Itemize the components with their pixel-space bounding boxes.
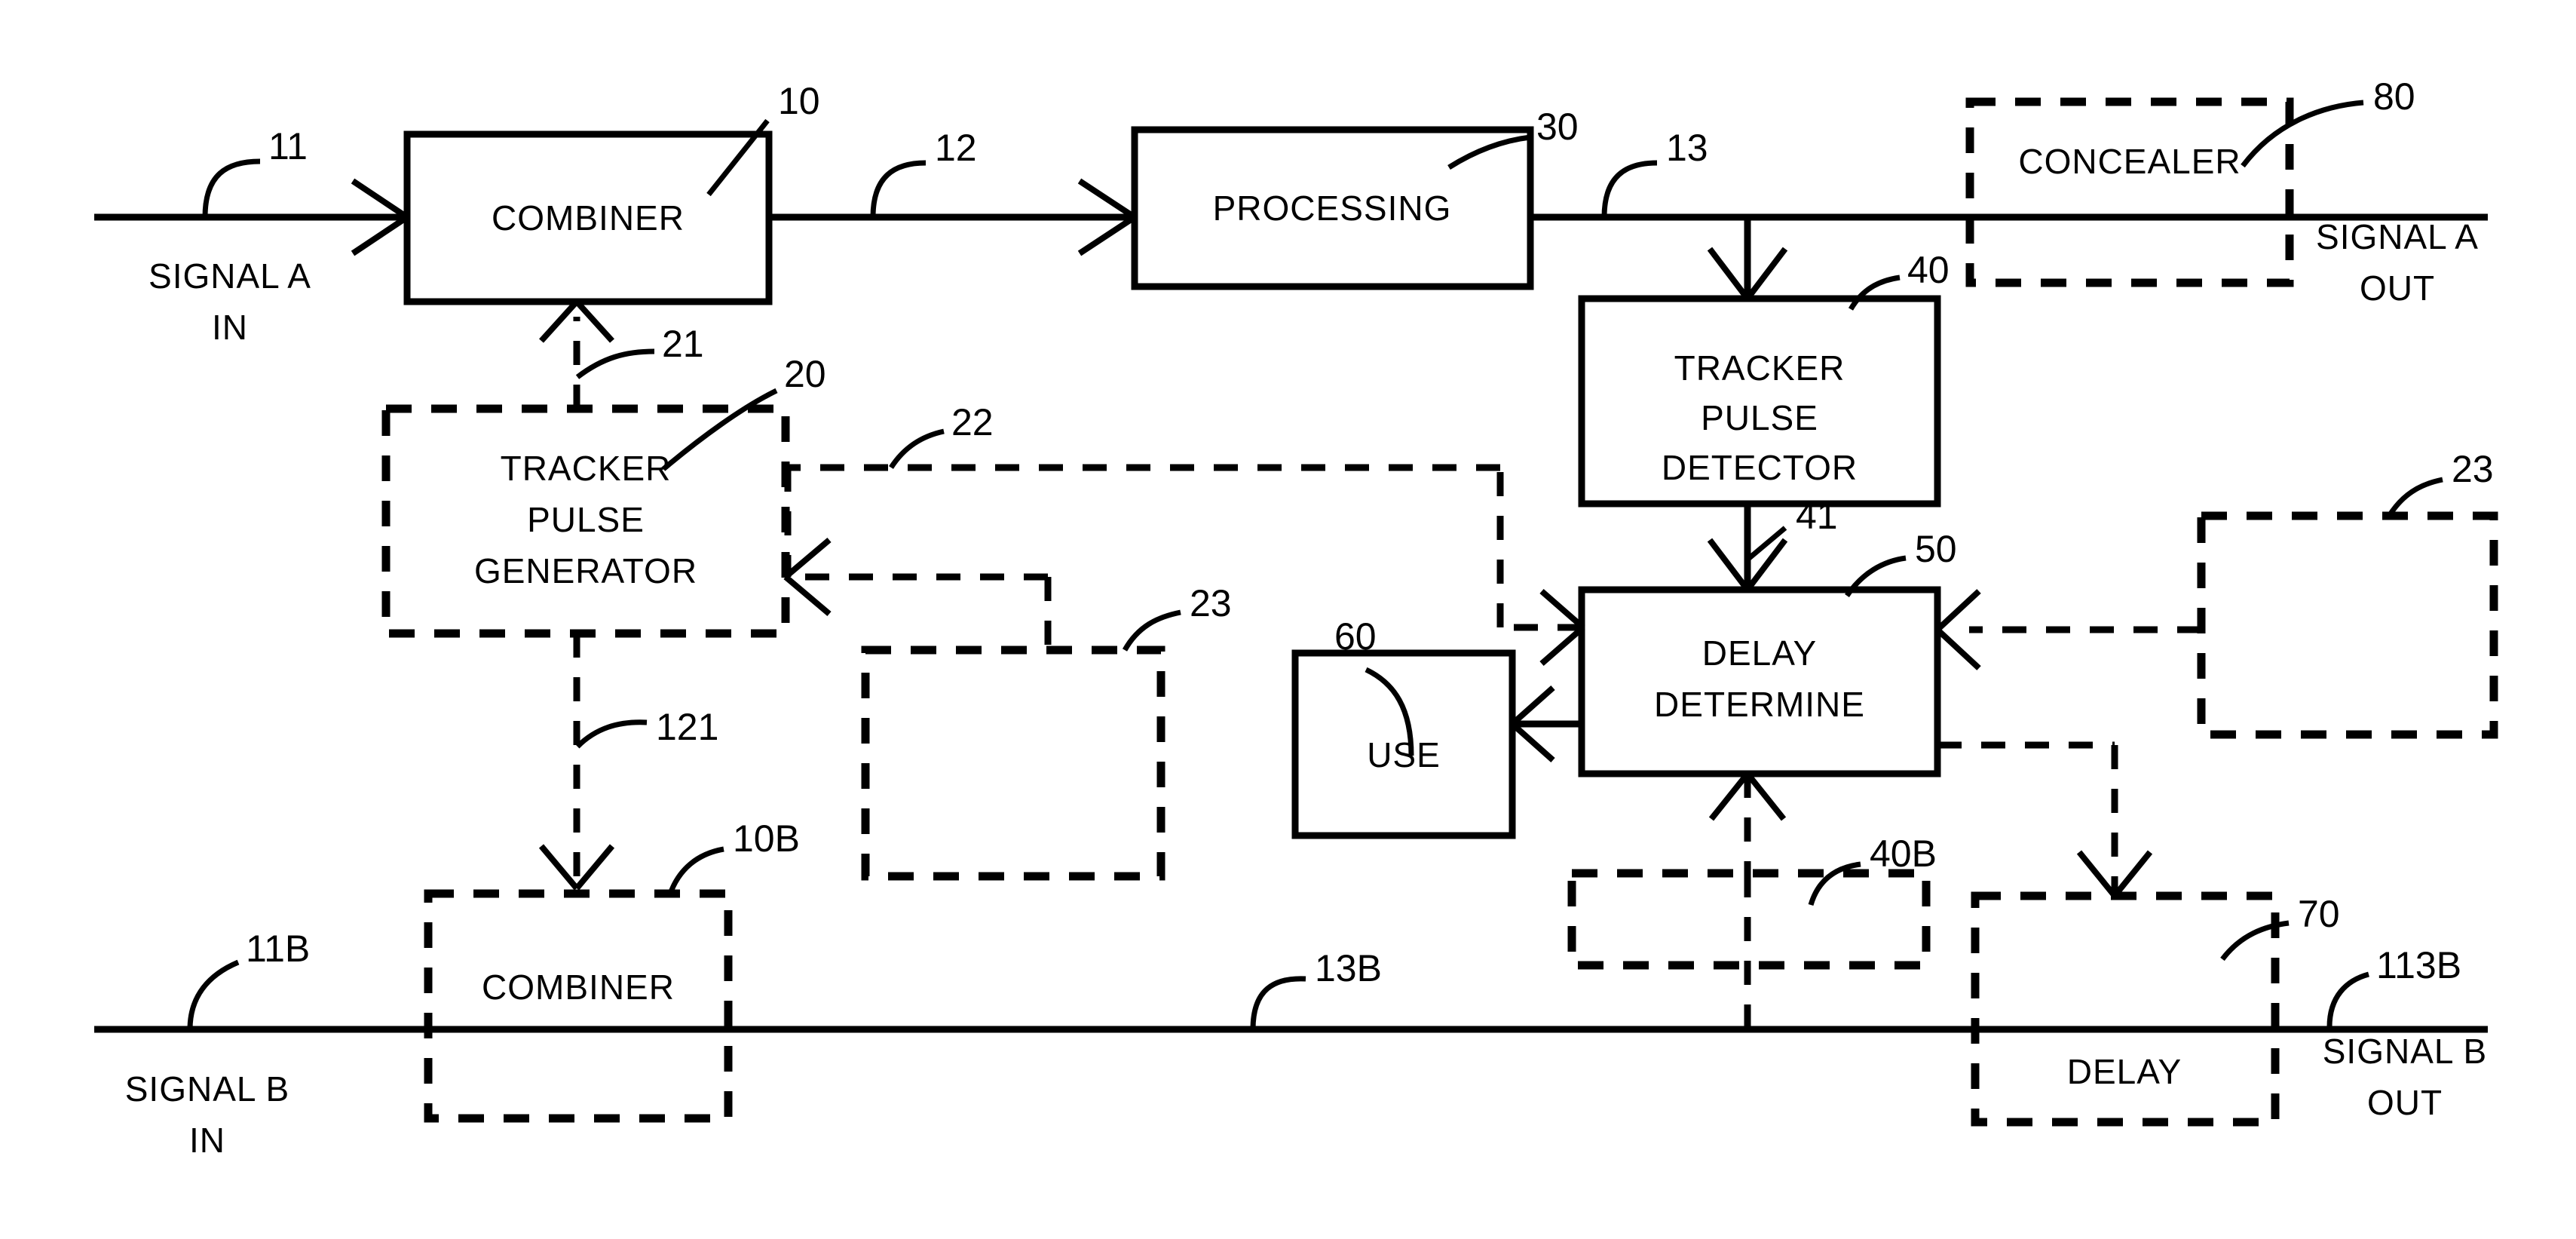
ref-70: 70 [2298, 893, 2340, 935]
ref-10: 10 [778, 80, 820, 122]
signal-b-in-line1: SIGNAL B [125, 1069, 289, 1109]
ref-30: 30 [1536, 106, 1579, 148]
signal-a-in-line2: IN [212, 308, 248, 347]
leader-13 [1601, 160, 1658, 218]
ref-11: 11 [268, 125, 308, 167]
signal-b-in-line2: IN [189, 1121, 225, 1160]
block-delay-determine[interactable] [1578, 586, 1941, 777]
ref-41: 41 [1796, 495, 1838, 537]
ref-22: 22 [951, 401, 994, 443]
leader-20 [661, 388, 778, 471]
ref-13: 13 [1666, 127, 1708, 169]
ref-23a: 23 [1190, 582, 1232, 624]
ref-21: 21 [662, 323, 704, 365]
leader-80 [2241, 100, 2364, 168]
signal-a-in-line1: SIGNAL A [149, 256, 311, 296]
wire-to-delay-b [1937, 741, 2118, 894]
leader-121 [575, 719, 648, 749]
leader-21 [575, 348, 655, 379]
block-concealer-label: CONCEALER [2018, 142, 2241, 181]
leader-12 [870, 160, 927, 218]
ref-113b: 113B [2376, 944, 2461, 986]
ref-80: 80 [2373, 75, 2415, 118]
ref-121: 121 [656, 706, 718, 748]
leader-22 [889, 428, 945, 469]
block-concealer[interactable] [1965, 97, 2294, 287]
signal-a-out-line1: SIGNAL A [2316, 217, 2479, 256]
block-optional-left[interactable] [861, 646, 1165, 881]
signal-b-out-line1: SIGNAL B [2323, 1032, 2487, 1071]
leader-23-left [1122, 609, 1181, 652]
ref-23b: 23 [2452, 448, 2494, 490]
ref-40: 40 [1907, 249, 1950, 291]
diagram-canvas: COMBINER PROCESSING CONCEALER TRACKER PU… [94, 75, 2498, 1160]
ref-60: 60 [1334, 615, 1377, 658]
signal-a-out-line2: OUT [2360, 268, 2435, 308]
block-delay-determine-line2: DETERMINE [1654, 685, 1865, 724]
block-delay-b-label: DELAY [2067, 1052, 2182, 1091]
wire-22-feedback [784, 464, 1582, 631]
block-tracker-pulse-detector-line3: DETECTOR [1662, 448, 1858, 487]
block-tracker-pulse-detector-line2: PULSE [1701, 398, 1818, 437]
ref-11b: 11B [246, 928, 310, 970]
ref-40b: 40B [1870, 833, 1937, 875]
block-combiner-b-label: COMBINER [482, 968, 675, 1007]
block-delay-determine-line1: DELAY [1702, 633, 1817, 673]
leader-11 [202, 158, 261, 218]
leader-13b [1250, 976, 1306, 1030]
block-use-label: USE [1367, 735, 1441, 774]
leader-10b [666, 846, 724, 897]
patent-figure: COMBINER PROCESSING CONCEALER TRACKER PU… [0, 0, 2576, 1239]
signal-b-out-line2: OUT [2367, 1083, 2443, 1122]
ref-12: 12 [935, 127, 977, 169]
block-tracker-pulse-generator-line1: TRACKER [501, 449, 672, 488]
block-tracker-pulse-generator-line3: GENERATOR [474, 551, 697, 590]
ref-50: 50 [1915, 528, 1957, 570]
leader-11b [187, 959, 240, 1030]
block-combiner-a-label: COMBINER [492, 198, 685, 238]
leader-113b [2326, 971, 2369, 1028]
block-processing-label: PROCESSING [1213, 189, 1452, 228]
block-optional-right[interactable] [2197, 511, 2498, 739]
ref-20: 20 [784, 353, 826, 395]
ref-13b: 13B [1315, 947, 1382, 989]
block-tracker-pulse-generator-line2: PULSE [527, 500, 645, 539]
ref-10b: 10B [733, 817, 800, 860]
block-tracker-pulse-detector-line1: TRACKER [1674, 348, 1845, 388]
